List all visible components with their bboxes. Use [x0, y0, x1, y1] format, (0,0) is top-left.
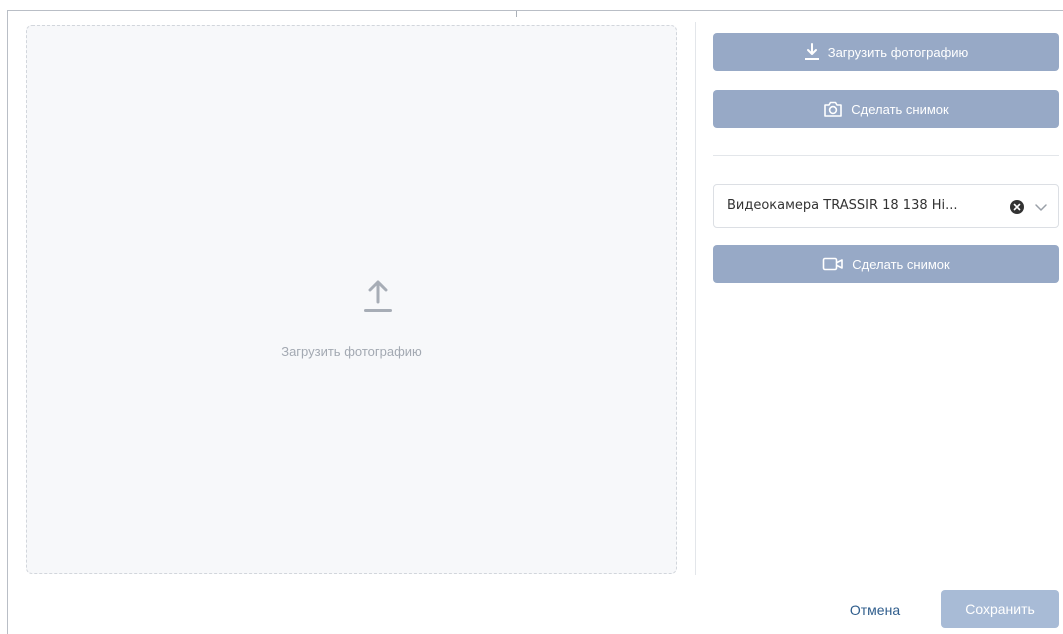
- camera-snapshot-button[interactable]: Сделать снимок: [713, 245, 1059, 283]
- camera-select-value: Видеокамера TRASSIR 18 138 Hi...: [727, 198, 958, 213]
- upload-photo-label: Загрузить фотографию: [827, 44, 969, 60]
- camera-select[interactable]: Видеокамера TRASSIR 18 138 Hi...: [713, 184, 1059, 228]
- camera-icon: [824, 101, 843, 117]
- column-divider: [695, 22, 696, 575]
- camera-snapshot-label: Сделать снимок: [852, 256, 950, 272]
- take-snapshot-button[interactable]: Сделать снимок: [713, 90, 1059, 128]
- download-icon: [804, 43, 819, 60]
- top-divider-mark: [516, 11, 517, 17]
- dropzone-label: Загрузить фотографию: [281, 344, 422, 359]
- chevron-down-icon[interactable]: [1034, 201, 1048, 213]
- take-snapshot-label: Сделать снимок: [851, 101, 949, 117]
- section-divider: [713, 155, 1059, 156]
- photo-dropzone[interactable]: Загрузить фотографию: [26, 25, 677, 574]
- clear-circle-icon[interactable]: [1010, 200, 1024, 214]
- video-camera-icon: [822, 257, 844, 271]
- cancel-button[interactable]: Отмена: [835, 597, 915, 623]
- upload-icon: [364, 280, 392, 312]
- save-button[interactable]: Сохранить: [941, 590, 1059, 628]
- upload-photo-button[interactable]: Загрузить фотографию: [713, 33, 1059, 71]
